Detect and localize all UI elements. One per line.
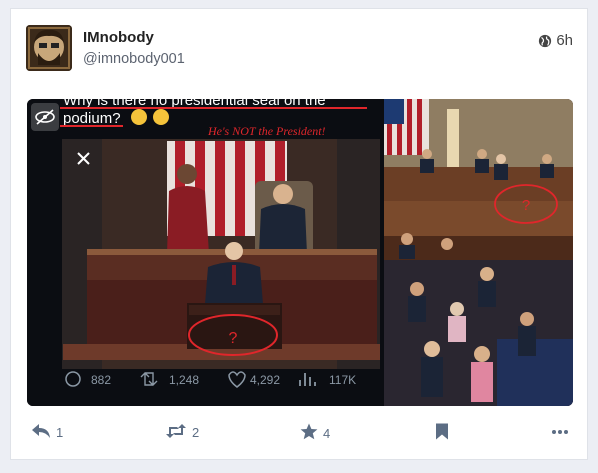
more-options-button[interactable] bbox=[552, 423, 568, 438]
post-timestamp[interactable]: 6h bbox=[538, 32, 573, 49]
reply-button[interactable]: 1 bbox=[31, 423, 63, 442]
handwritten-note: He's NOT the President! bbox=[207, 124, 326, 138]
avatar[interactable] bbox=[26, 25, 72, 71]
display-name[interactable]: IMnobody bbox=[83, 29, 154, 46]
bookmark-button[interactable] bbox=[435, 423, 449, 443]
bookmark-icon bbox=[435, 423, 449, 443]
ellipsis-icon bbox=[552, 423, 568, 438]
tweet-likes: 4,292 bbox=[250, 373, 280, 387]
reply-icon bbox=[31, 423, 51, 442]
thinking-emoji-icon bbox=[153, 109, 169, 125]
media-attachment[interactable]: ? Why is there no presidential seal on t… bbox=[27, 99, 573, 406]
reply-count: 1 bbox=[56, 425, 64, 440]
tweet-replies: 882 bbox=[91, 373, 111, 387]
favourite-count: 4 bbox=[323, 425, 331, 441]
timestamp-text: 6h bbox=[556, 32, 573, 49]
tweet-views: 117K bbox=[329, 373, 356, 387]
globe-icon bbox=[538, 34, 552, 48]
action-bar: 1 2 4 bbox=[11, 423, 587, 447]
question-mark-right: ? bbox=[522, 197, 530, 214]
account-handle[interactable]: @imnobody001 bbox=[83, 51, 185, 67]
caption-line2: podium? bbox=[63, 110, 121, 127]
boost-count: 2 bbox=[192, 425, 200, 440]
thinking-emoji-icon bbox=[131, 109, 147, 125]
question-mark-left: ? bbox=[229, 330, 238, 347]
favourite-button[interactable]: 4 bbox=[300, 423, 330, 443]
status-card: IMnobody @imnobody001 6h ? Why is there … bbox=[10, 8, 588, 460]
screenshot-image: ? Why is there no presidential seal on t… bbox=[27, 99, 573, 406]
tweet-retweets: 1,248 bbox=[169, 373, 199, 387]
star-icon bbox=[300, 423, 318, 443]
boost-icon bbox=[165, 423, 187, 442]
boost-button[interactable]: 2 bbox=[165, 423, 199, 442]
